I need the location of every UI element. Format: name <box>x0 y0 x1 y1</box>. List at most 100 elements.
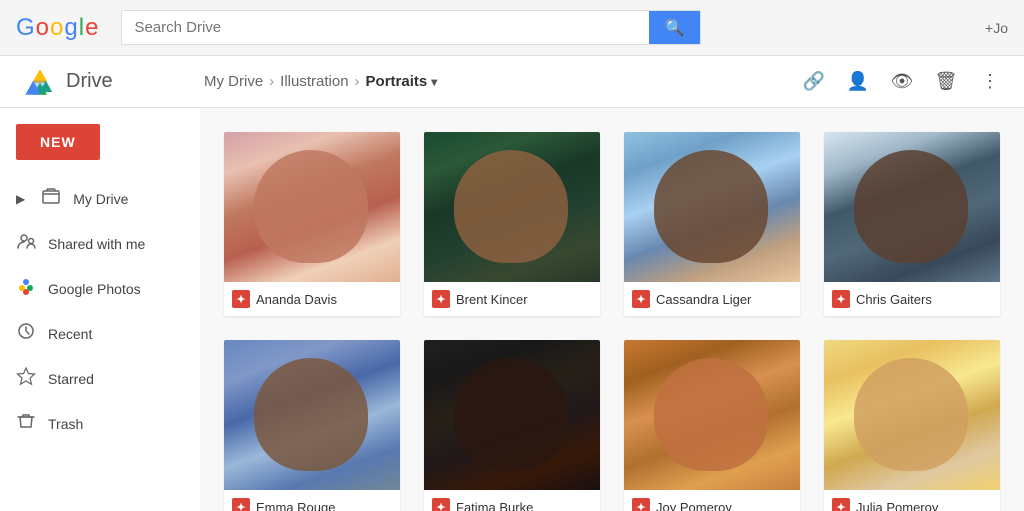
star-icon <box>16 366 36 391</box>
portrait-face <box>854 358 968 471</box>
search-button[interactable]: 🔍 <box>649 11 701 44</box>
add-person-button[interactable]: 👤 <box>840 64 876 100</box>
file-name: Joy Pomeroy <box>656 500 732 511</box>
file-card[interactable]: ✦ Fatima Burke <box>424 340 600 511</box>
drive-logo-area: Drive <box>24 68 204 96</box>
google-logo: Google <box>16 14 97 42</box>
breadcrumb-sep-2: › <box>355 73 360 90</box>
preview-button[interactable]: 👁 <box>884 64 920 100</box>
sidebar-item-label: Google Photos <box>48 281 141 297</box>
trash-icon: 🗑 <box>935 71 958 92</box>
drive-triangle-icon <box>24 68 56 96</box>
file-type-icon: ✦ <box>432 290 450 308</box>
file-thumbnail <box>224 132 400 282</box>
file-thumbnail <box>424 340 600 490</box>
file-card[interactable]: ✦ Cassandra Liger <box>624 132 800 316</box>
drive-label: Drive <box>66 70 113 93</box>
main-layout: NEW ▶ My Drive Shared with me Google Pho… <box>0 108 1024 511</box>
photos-icon <box>16 276 36 301</box>
file-name: Chris Gaiters <box>856 292 932 307</box>
sidebar-item-google-photos[interactable]: Google Photos <box>0 266 192 311</box>
file-info: ✦ Ananda Davis <box>224 282 400 316</box>
delete-button[interactable]: 🗑 <box>928 64 964 100</box>
file-type-icon: ✦ <box>632 290 650 308</box>
search-input[interactable] <box>122 11 648 44</box>
file-info: ✦ Cassandra Liger <box>624 282 800 316</box>
eye-icon: 👁 <box>891 71 914 92</box>
search-icon: 🔍 <box>665 20 685 37</box>
file-info: ✦ Brent Kincer <box>424 282 600 316</box>
file-grid: ✦ Ananda Davis ✦ Brent Kincer ✦ Cassandra Lig… <box>224 132 1000 511</box>
content-area: ✦ Ananda Davis ✦ Brent Kincer ✦ Cassandra Lig… <box>200 108 1024 511</box>
sidebar-item-shared-with-me[interactable]: Shared with me <box>0 221 192 266</box>
file-info: ✦ Joy Pomeroy <box>624 490 800 511</box>
portrait-face <box>254 358 368 471</box>
file-name: Brent Kincer <box>456 292 528 307</box>
portrait-face <box>254 150 368 263</box>
file-name: Ananda Davis <box>256 292 337 307</box>
breadcrumb-root[interactable]: My Drive <box>204 73 263 90</box>
file-thumbnail <box>624 132 800 282</box>
breadcrumb-mid[interactable]: Illustration <box>280 73 348 90</box>
sidebar-item-label: Trash <box>48 416 83 432</box>
file-card[interactable]: ✦ Chris Gaiters <box>824 132 1000 316</box>
link-button[interactable]: 🔗 <box>796 64 832 100</box>
file-type-icon: ✦ <box>632 498 650 511</box>
sidebar-item-label: Recent <box>48 326 92 342</box>
breadcrumb-current[interactable]: Portraits ▾ <box>366 73 438 90</box>
sidebar-item-label: Starred <box>48 371 94 387</box>
chevron-right-icon: ▶ <box>16 192 25 206</box>
breadcrumb-sep-1: › <box>269 73 274 90</box>
file-type-icon: ✦ <box>832 498 850 511</box>
file-thumbnail <box>824 132 1000 282</box>
file-type-icon: ✦ <box>832 290 850 308</box>
sidebar-item-label: My Drive <box>73 191 128 207</box>
file-type-icon: ✦ <box>432 498 450 511</box>
file-thumbnail <box>424 132 600 282</box>
file-thumbnail <box>824 340 1000 490</box>
file-name: Emma Rouge <box>256 500 335 511</box>
file-card[interactable]: ✦ Brent Kincer <box>424 132 600 316</box>
file-info: ✦ Fatima Burke <box>424 490 600 511</box>
file-card[interactable]: ✦ Julia Pomeroy <box>824 340 1000 511</box>
breadcrumb: My Drive › Illustration › Portraits ▾ <box>204 73 796 90</box>
file-card[interactable]: ✦ Joy Pomeroy <box>624 340 800 511</box>
sidebar: NEW ▶ My Drive Shared with me Google Pho… <box>0 108 200 511</box>
portrait-face <box>454 358 568 471</box>
shared-icon <box>16 231 36 256</box>
file-thumbnail <box>224 340 400 490</box>
sidebar-item-trash[interactable]: Trash <box>0 401 192 446</box>
file-type-icon: ✦ <box>232 498 250 511</box>
person-add-icon: 👤 <box>847 71 869 92</box>
sidebar-item-recent[interactable]: Recent <box>0 311 192 356</box>
sidebar-item-starred[interactable]: Starred <box>0 356 192 401</box>
portrait-face <box>654 150 768 263</box>
portrait-face <box>454 150 568 263</box>
more-button[interactable]: ⋮ <box>972 64 1008 100</box>
file-thumbnail <box>624 340 800 490</box>
portrait-face <box>854 150 968 263</box>
chevron-down-icon: ▾ <box>431 75 437 89</box>
sidebar-item-label: Shared with me <box>48 236 145 252</box>
file-name: Fatima Burke <box>456 500 533 511</box>
sidebar-item-my-drive[interactable]: ▶ My Drive <box>0 176 192 221</box>
file-info: ✦ Emma Rouge <box>224 490 400 511</box>
my-drive-icon <box>41 186 61 211</box>
portrait-face <box>654 358 768 471</box>
file-card[interactable]: ✦ Emma Rouge <box>224 340 400 511</box>
file-type-icon: ✦ <box>232 290 250 308</box>
more-icon: ⋮ <box>981 71 999 92</box>
clock-icon <box>16 321 36 346</box>
file-card[interactable]: ✦ Ananda Davis <box>224 132 400 316</box>
file-info: ✦ Julia Pomeroy <box>824 490 1000 511</box>
file-name: Julia Pomeroy <box>856 500 938 511</box>
link-icon: 🔗 <box>803 71 825 92</box>
file-info: ✦ Chris Gaiters <box>824 282 1000 316</box>
top-bar: Google 🔍 +Jo <box>0 0 1024 56</box>
file-name: Cassandra Liger <box>656 292 751 307</box>
trash-sidebar-icon <box>16 411 36 436</box>
second-bar: Drive My Drive › Illustration › Portrait… <box>0 56 1024 108</box>
user-label[interactable]: +Jo <box>985 20 1008 36</box>
search-bar: 🔍 <box>121 10 701 45</box>
new-button[interactable]: NEW <box>16 124 100 160</box>
